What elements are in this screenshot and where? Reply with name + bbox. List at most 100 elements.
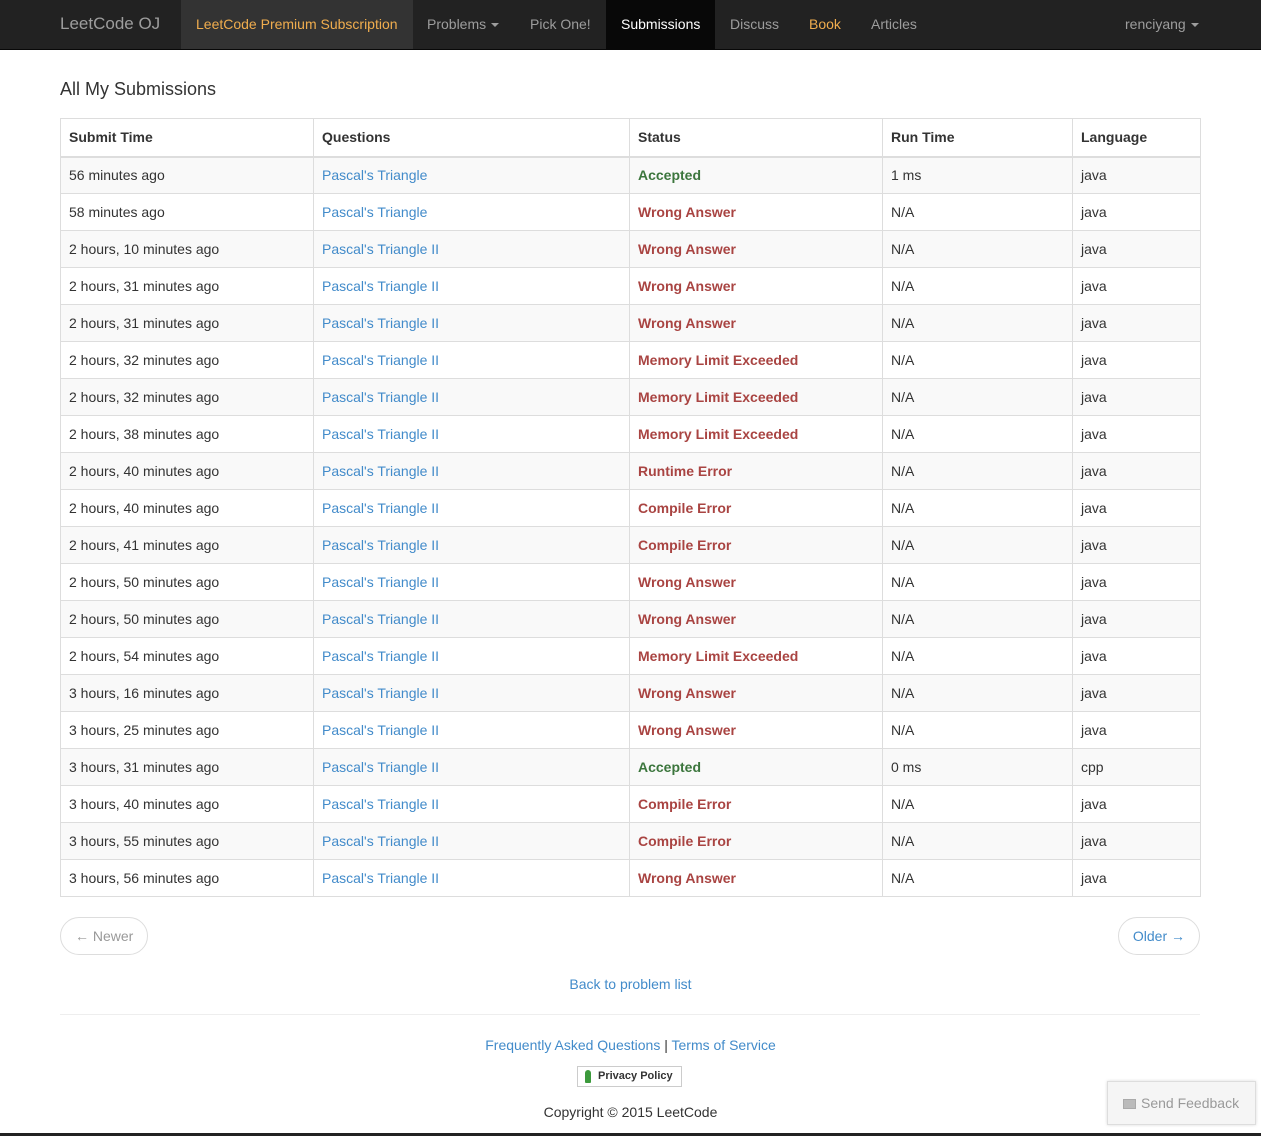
status-link[interactable]: Compile Error bbox=[638, 796, 731, 812]
question-link[interactable]: Pascal's Triangle II bbox=[322, 463, 439, 479]
submit-time-cell: 2 hours, 32 minutes ago bbox=[60, 341, 314, 379]
terms-link[interactable]: Terms of Service bbox=[672, 1037, 776, 1053]
table-header-row: Submit Time Questions Status Run Time La… bbox=[60, 118, 1201, 158]
run-time-cell: N/A bbox=[882, 711, 1073, 749]
question-link[interactable]: Pascal's Triangle II bbox=[322, 426, 439, 442]
nav-pick-one[interactable]: Pick One! bbox=[515, 0, 606, 49]
status-link[interactable]: Wrong Answer bbox=[638, 241, 736, 257]
question-link[interactable]: Pascal's Triangle II bbox=[322, 500, 439, 516]
question-link[interactable]: Pascal's Triangle bbox=[322, 204, 427, 220]
question-link[interactable]: Pascal's Triangle II bbox=[322, 278, 439, 294]
question-link[interactable]: Pascal's Triangle II bbox=[322, 389, 439, 405]
older-page-button[interactable]: Older → bbox=[1117, 917, 1200, 955]
privacy-policy-badge[interactable]: Privacy Policy bbox=[577, 1066, 682, 1087]
nav-articles[interactable]: Articles bbox=[856, 0, 932, 49]
header-questions: Questions bbox=[313, 118, 630, 158]
submit-time-cell: 3 hours, 16 minutes ago bbox=[60, 674, 314, 712]
status-link[interactable]: Accepted bbox=[638, 759, 701, 775]
status-cell: Accepted bbox=[629, 156, 883, 194]
submit-time-cell: 2 hours, 10 minutes ago bbox=[60, 230, 314, 268]
question-link[interactable]: Pascal's Triangle II bbox=[322, 722, 439, 738]
username: renciyang bbox=[1125, 16, 1186, 32]
nav-discuss[interactable]: Discuss bbox=[715, 0, 794, 49]
nav-submissions[interactable]: Submissions bbox=[606, 0, 716, 49]
back-to-problem-list-link[interactable]: Back to problem list bbox=[569, 976, 691, 992]
status-cell: Wrong Answer bbox=[629, 600, 883, 638]
brand-logo[interactable]: LeetCode OJ bbox=[60, 0, 160, 50]
header-language: Language bbox=[1072, 118, 1201, 158]
language-cell: java bbox=[1072, 859, 1201, 897]
status-link[interactable]: Compile Error bbox=[638, 500, 731, 516]
question-link[interactable]: Pascal's Triangle II bbox=[322, 833, 439, 849]
status-link[interactable]: Memory Limit Exceeded bbox=[638, 352, 798, 368]
status-link[interactable]: Accepted bbox=[638, 167, 701, 183]
question-link[interactable]: Pascal's Triangle bbox=[322, 167, 427, 183]
language-cell: java bbox=[1072, 304, 1201, 342]
status-link[interactable]: Wrong Answer bbox=[638, 870, 736, 886]
question-link[interactable]: Pascal's Triangle II bbox=[322, 537, 439, 553]
status-link[interactable]: Wrong Answer bbox=[638, 315, 736, 331]
question-cell: Pascal's Triangle bbox=[313, 156, 630, 194]
status-cell: Compile Error bbox=[629, 526, 883, 564]
nav-premium-subscription[interactable]: LeetCode Premium Subscription bbox=[181, 0, 413, 49]
question-cell: Pascal's Triangle II bbox=[313, 378, 630, 416]
question-cell: Pascal's Triangle bbox=[313, 193, 630, 231]
status-link[interactable]: Wrong Answer bbox=[638, 722, 736, 738]
language-cell: java bbox=[1072, 637, 1201, 675]
table-row: 58 minutes ago Pascal's Triangle Wrong Ans… bbox=[60, 193, 1201, 231]
submit-time-cell: 2 hours, 31 minutes ago bbox=[60, 304, 314, 342]
status-link[interactable]: Wrong Answer bbox=[638, 574, 736, 590]
status-link[interactable]: Wrong Answer bbox=[638, 611, 736, 627]
table-row: 3 hours, 25 minutes ago Pascal's Triangle… bbox=[60, 711, 1201, 749]
footer-separator: | bbox=[664, 1037, 668, 1053]
status-cell: Accepted bbox=[629, 748, 883, 786]
submit-time-cell: 2 hours, 40 minutes ago bbox=[60, 452, 314, 490]
status-link[interactable]: Memory Limit Exceeded bbox=[638, 389, 798, 405]
status-link[interactable]: Compile Error bbox=[638, 537, 731, 553]
submit-time-cell: 2 hours, 40 minutes ago bbox=[60, 489, 314, 527]
submissions-table-wrapper: Submit Time Questions Status Run Time La… bbox=[60, 118, 1201, 897]
status-link[interactable]: Memory Limit Exceeded bbox=[638, 426, 798, 442]
status-link[interactable]: Compile Error bbox=[638, 833, 731, 849]
status-cell: Wrong Answer bbox=[629, 674, 883, 712]
question-link[interactable]: Pascal's Triangle II bbox=[322, 574, 439, 590]
status-link[interactable]: Wrong Answer bbox=[638, 685, 736, 701]
table-row: 2 hours, 41 minutes ago Pascal's Triangle… bbox=[60, 526, 1201, 564]
question-link[interactable]: Pascal's Triangle II bbox=[322, 759, 439, 775]
nav-book[interactable]: Book bbox=[794, 0, 856, 49]
user-menu-dropdown[interactable]: renciyang bbox=[1110, 0, 1214, 49]
table-row: 2 hours, 31 minutes ago Pascal's Triangle… bbox=[60, 267, 1201, 305]
run-time-cell: N/A bbox=[882, 341, 1073, 379]
language-cell: java bbox=[1072, 378, 1201, 416]
newer-page-button[interactable]: ← Newer bbox=[60, 917, 149, 955]
question-link[interactable]: Pascal's Triangle II bbox=[322, 796, 439, 812]
submit-time-cell: 2 hours, 31 minutes ago bbox=[60, 267, 314, 305]
table-row: 2 hours, 54 minutes ago Pascal's Triangle… bbox=[60, 637, 1201, 675]
status-cell: Wrong Answer bbox=[629, 859, 883, 897]
header-status: Status bbox=[629, 118, 883, 158]
submit-time-cell: 3 hours, 25 minutes ago bbox=[60, 711, 314, 749]
question-cell: Pascal's Triangle II bbox=[313, 859, 630, 897]
send-feedback-button[interactable]: Send Feedback bbox=[1107, 1081, 1256, 1125]
question-cell: Pascal's Triangle II bbox=[313, 637, 630, 675]
question-link[interactable]: Pascal's Triangle II bbox=[322, 315, 439, 331]
question-link[interactable]: Pascal's Triangle II bbox=[322, 241, 439, 257]
question-link[interactable]: Pascal's Triangle II bbox=[322, 352, 439, 368]
question-cell: Pascal's Triangle II bbox=[313, 415, 630, 453]
question-link[interactable]: Pascal's Triangle II bbox=[322, 611, 439, 627]
question-link[interactable]: Pascal's Triangle II bbox=[322, 685, 439, 701]
language-cell: java bbox=[1072, 415, 1201, 453]
submit-time-cell: 2 hours, 54 minutes ago bbox=[60, 637, 314, 675]
question-cell: Pascal's Triangle II bbox=[313, 304, 630, 342]
nav-problems-dropdown[interactable]: Problems bbox=[412, 0, 514, 49]
question-link[interactable]: Pascal's Triangle II bbox=[322, 870, 439, 886]
status-link[interactable]: Wrong Answer bbox=[638, 204, 736, 220]
footer-divider bbox=[60, 1014, 1200, 1015]
question-link[interactable]: Pascal's Triangle II bbox=[322, 648, 439, 664]
faq-link[interactable]: Frequently Asked Questions bbox=[485, 1037, 660, 1053]
status-link[interactable]: Wrong Answer bbox=[638, 278, 736, 294]
status-cell: Wrong Answer bbox=[629, 267, 883, 305]
status-link[interactable]: Runtime Error bbox=[638, 463, 732, 479]
status-link[interactable]: Memory Limit Exceeded bbox=[638, 648, 798, 664]
status-cell: Memory Limit Exceeded bbox=[629, 637, 883, 675]
